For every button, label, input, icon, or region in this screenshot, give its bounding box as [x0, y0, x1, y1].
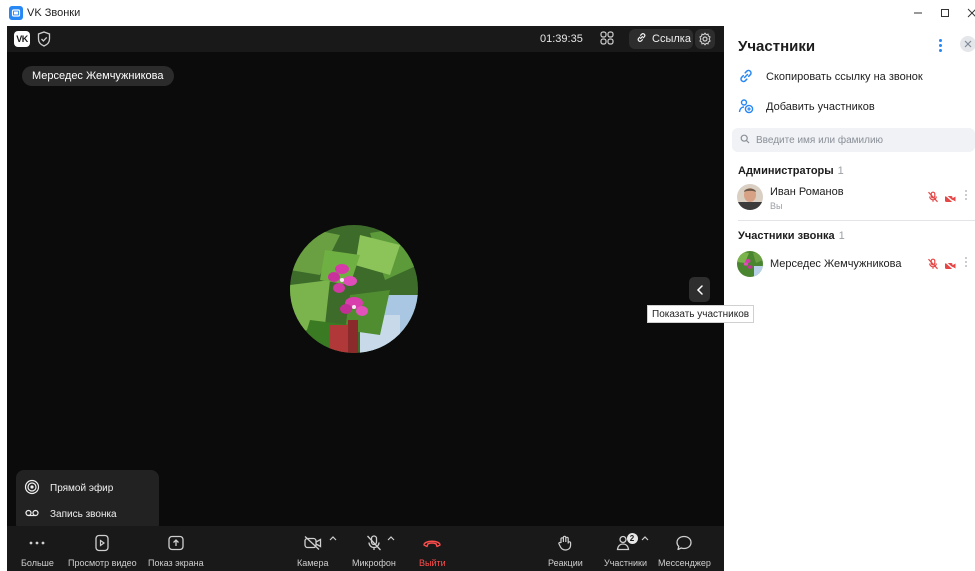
participant-name: Иван Романов	[770, 186, 844, 198]
screen-share-button[interactable]: Показ экрана	[148, 533, 204, 568]
call-timer: 01:39:35	[540, 33, 583, 45]
add-user-icon	[738, 98, 754, 117]
call-toolbar: Больше Просмотр видео Показ экрана Камер…	[7, 526, 724, 571]
add-participants-label: Добавить участников	[766, 101, 875, 113]
avatar	[737, 251, 763, 277]
participant-row[interactable]: Мерседес Жемчужникова	[737, 251, 975, 279]
shield-check-icon[interactable]	[37, 31, 51, 52]
vk-calls-app-icon	[9, 6, 23, 20]
live-stream-menu-item[interactable]: Прямой эфир	[24, 478, 113, 498]
camera-off-icon	[303, 533, 323, 553]
speaker-avatar	[290, 225, 418, 353]
panel-more-icon[interactable]	[935, 36, 945, 54]
more-label: Больше	[21, 558, 54, 568]
more-button[interactable]: Больше	[21, 533, 54, 568]
copy-link-button[interactable]: Ссылка	[629, 29, 693, 49]
copy-call-link-action[interactable]: Скопировать ссылку на звонок	[738, 67, 923, 87]
participants-panel: Участники Скопировать ссылку на звонок Д…	[724, 26, 975, 571]
record-call-menu-item[interactable]: Запись звонка	[24, 504, 117, 524]
settings-gear-icon[interactable]	[695, 29, 715, 49]
camera-off-icon	[944, 258, 957, 276]
live-stream-label: Прямой эфир	[50, 482, 114, 494]
maximize-icon[interactable]	[935, 3, 955, 23]
hang-up-icon	[422, 533, 442, 553]
add-participants-action[interactable]: Добавить участников	[738, 97, 875, 117]
link-icon	[636, 30, 647, 48]
hand-wave-icon	[556, 533, 574, 553]
microphone-options-chevron-icon[interactable]	[387, 533, 395, 543]
panel-title: Участники	[738, 38, 816, 55]
reactions-label: Реакции	[548, 558, 583, 568]
mic-muted-icon	[927, 190, 939, 208]
minimize-icon[interactable]	[908, 3, 928, 23]
copy-call-link-label: Скопировать ссылку на звонок	[766, 71, 923, 83]
camera-off-icon	[944, 191, 957, 209]
participants-icon: 2	[616, 533, 638, 553]
speaker-name-label: Мерседес Жемчужникова	[22, 66, 174, 86]
app-window: VK Звонки VK 01:39:35 Ссылка Мерседес Же…	[0, 0, 975, 571]
reactions-button[interactable]: Реакции	[548, 533, 583, 568]
show-participants-tooltip: Показать участников	[647, 305, 755, 323]
view-video-button[interactable]: Просмотр видео	[68, 533, 137, 568]
screen-share-label: Показ экрана	[148, 558, 204, 568]
call-stage: VK 01:39:35 Ссылка Мерседес Жемчужникова…	[7, 26, 724, 571]
participant-search-field[interactable]: Введите имя или фамилию	[732, 128, 975, 152]
window-title: VK Звонки	[27, 7, 81, 19]
search-placeholder: Введите имя или фамилию	[756, 134, 884, 146]
leave-call-label: Выйти	[419, 558, 446, 568]
vk-logo: VK	[14, 31, 30, 47]
microphone-label: Микрофон	[352, 558, 396, 568]
participant-more-icon[interactable]	[965, 257, 967, 267]
microphone-off-icon	[365, 533, 383, 553]
panel-close-icon[interactable]	[960, 36, 975, 52]
divider	[738, 220, 975, 221]
more-popup-menu: Прямой эфир Запись звонка	[16, 470, 159, 532]
chat-bubble-icon	[675, 533, 693, 553]
show-participants-button[interactable]	[689, 277, 710, 302]
members-group-title: Участники звонка 1	[738, 230, 845, 242]
video-view-icon	[93, 533, 111, 553]
search-icon	[740, 134, 750, 147]
members-group-label: Участники звонка	[738, 230, 835, 242]
participants-options-chevron-icon[interactable]	[641, 533, 649, 543]
copy-link-label: Ссылка	[652, 33, 691, 45]
participant-more-icon[interactable]	[965, 190, 967, 200]
broadcast-icon	[24, 479, 40, 498]
recording-icon	[24, 505, 40, 524]
camera-button[interactable]: Камера	[297, 533, 328, 568]
window-titlebar: VK Звонки	[0, 0, 975, 26]
admins-group-title: Администраторы 1	[738, 165, 844, 177]
close-icon[interactable]	[962, 3, 975, 23]
mic-muted-icon	[927, 257, 939, 275]
record-call-label: Запись звонка	[50, 508, 117, 520]
messenger-button[interactable]: Мессенджер	[658, 533, 711, 568]
admins-count: 1	[837, 165, 844, 177]
link-icon	[738, 68, 754, 87]
participant-you-label: Вы	[770, 201, 783, 211]
more-dots-icon	[29, 533, 45, 553]
messenger-label: Мессенджер	[658, 558, 711, 568]
screen-share-icon	[167, 533, 185, 553]
participant-row[interactable]: Иван Романов Вы	[737, 184, 975, 212]
participant-name: Мерседес Жемчужникова	[770, 258, 902, 270]
camera-label: Камера	[297, 558, 329, 568]
call-top-bar: VK 01:39:35 Ссылка	[7, 26, 724, 52]
grid-layout-icon[interactable]	[599, 30, 615, 51]
members-count: 1	[838, 230, 845, 242]
participants-count-badge: 2	[626, 533, 638, 544]
admins-group-label: Администраторы	[738, 165, 834, 177]
leave-call-button[interactable]: Выйти	[419, 533, 446, 568]
camera-options-chevron-icon[interactable]	[329, 533, 337, 543]
view-video-label: Просмотр видео	[68, 558, 137, 568]
avatar	[737, 184, 763, 210]
participants-label: Участники	[604, 558, 647, 568]
